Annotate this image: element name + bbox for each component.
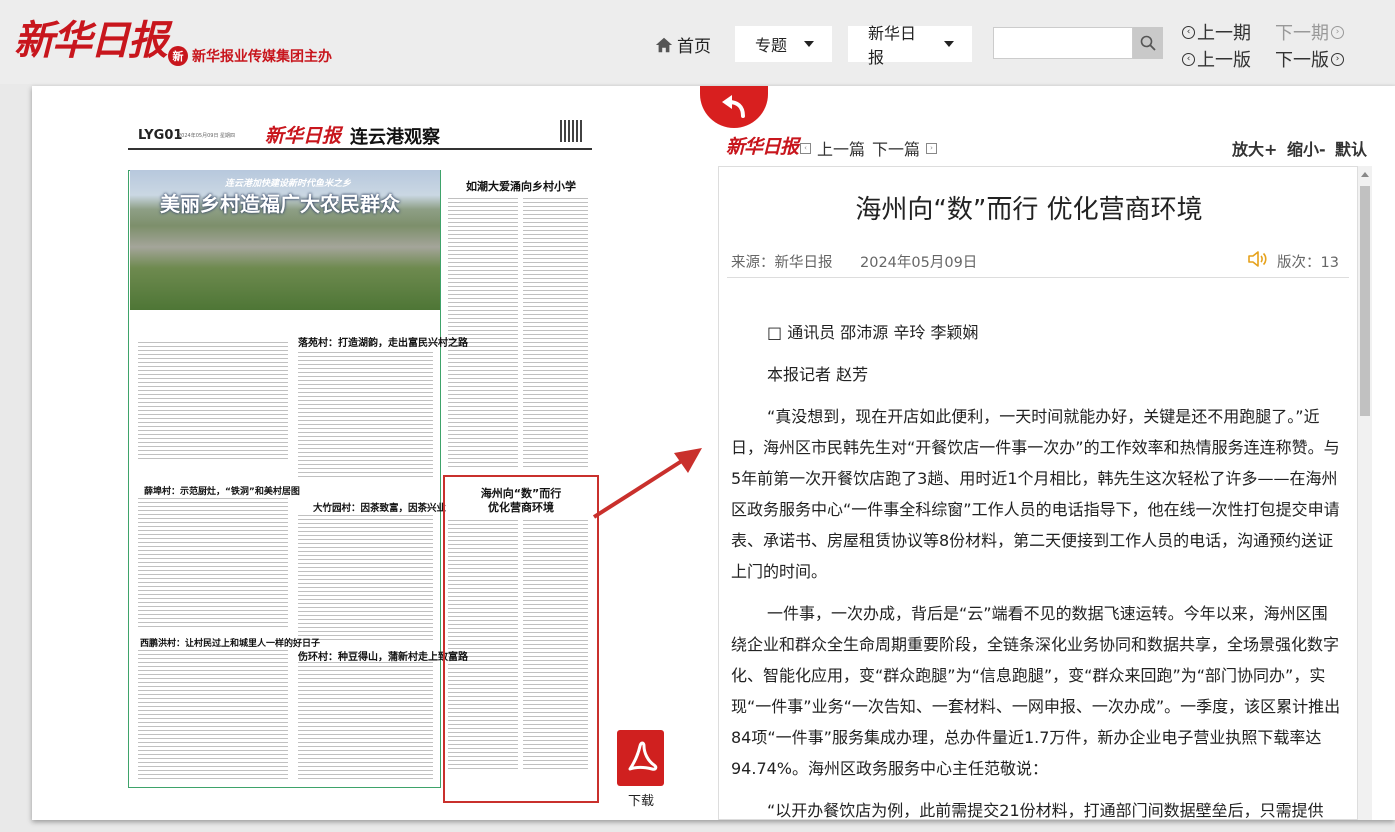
pdf-download-button[interactable]	[617, 730, 664, 786]
speaker-icon[interactable]	[1247, 250, 1269, 268]
nav-home-label: 首页	[677, 37, 711, 57]
page-date: 2024年05月09日 星期四	[178, 133, 236, 139]
host-text: 新华报业传媒集团主办	[192, 49, 332, 65]
prev-issue-label: 上一期	[1197, 23, 1251, 44]
top-header: 新华日报 新 新华报业传媒集团主办 首页 专题 新华日报 ‹ 上一期 下一期 ›…	[0, 0, 1395, 84]
hero-photo: 连云港加快建设新时代鱼米之乡 美丽乡村造福广大农民群众	[130, 170, 440, 310]
sub-headline: 落苑村：打造湖韵，走出富民兴村之路	[298, 338, 468, 349]
pointer-arrow-icon	[592, 448, 702, 519]
prev-article-link[interactable]: ‹ 上一篇	[800, 136, 865, 160]
text-block	[138, 650, 288, 780]
prev-article-label: 上一篇	[817, 140, 866, 159]
newspaper-masthead: 新华日报	[265, 125, 342, 147]
zoom-in-button[interactable]: 放大+	[1232, 136, 1277, 160]
sub-headline: 大竹园村：因茶致富，因茶兴业	[313, 503, 447, 514]
selected-article-box[interactable]: 海州向“数”而行 优化营商环境	[443, 475, 599, 803]
article-date: 2024年05月09日	[860, 255, 978, 271]
chevron-down-icon	[944, 41, 954, 47]
prev-page-label: 上一版	[1197, 50, 1251, 71]
page-number: LYG01	[138, 128, 183, 143]
paper-dropdown[interactable]: 新华日报	[848, 24, 972, 67]
next-page-link[interactable]: 下一版 ›	[1275, 46, 1344, 72]
text-block	[298, 515, 433, 640]
zoom-out-button[interactable]: 缩小-	[1287, 136, 1326, 160]
next-article-label: 下一篇	[872, 140, 921, 159]
article-title: 海州向“数”而行 优化营商环境	[855, 195, 1203, 225]
back-arrow-icon	[722, 95, 745, 118]
newspaper-page[interactable]: LYG01 2024年05月09日 星期四 新华日报 连云港观察 连云港加快建设…	[128, 120, 599, 803]
scrollbar-thumb[interactable]	[1360, 186, 1370, 416]
chevron-right-icon: ›	[926, 142, 938, 154]
article-paragraph: “真没想到，现在开店如此便利，一天时间就能办好，关键是还不用跑腿了。”近日，海州…	[731, 407, 1340, 581]
scroll-up-arrow-icon[interactable]	[1361, 172, 1369, 177]
article-paragraph: 一件事，一次办成，背后是“云”端看不见的数据飞速运转。今年以来，海州区围绕企业和…	[731, 604, 1341, 778]
text-block	[138, 342, 288, 462]
text-block	[138, 498, 288, 628]
article-edition: 版次：13	[1277, 255, 1339, 271]
chevron-down-icon	[804, 41, 814, 47]
article-source: 来源：新华日报	[731, 255, 833, 271]
topic-dropdown-label: 专题	[755, 36, 788, 55]
selected-title-line: 海州向“数”而行	[480, 487, 562, 500]
search-button[interactable]	[1133, 27, 1163, 59]
chevron-right-icon: ›	[1331, 25, 1344, 39]
download-label[interactable]: 下载	[628, 790, 654, 809]
hero-title: 美丽乡村造福广大农民群众	[160, 192, 400, 216]
text-block	[448, 198, 518, 468]
host-line: 新 新华报业传媒集团主办	[168, 46, 332, 66]
prev-page-link[interactable]: ‹ 上一版	[1182, 46, 1251, 72]
topic-dropdown[interactable]: 专题	[735, 26, 832, 62]
article-paragraph: “以开办餐饮店为例，此前需提交21份材料，打通部门间数据壁垒后，只需提供	[767, 801, 1324, 820]
sub-headline: 薛埠村：示范厨灶，“铁洞”和美村居图	[144, 487, 300, 497]
site-logo[interactable]: 新华日报	[14, 8, 168, 66]
chevron-left-icon: ‹	[800, 142, 811, 154]
zoom-default-button[interactable]: 默认	[1335, 136, 1367, 160]
chevron-right-icon: ›	[1331, 52, 1344, 66]
right-article-title[interactable]: 如潮大爱涌向乡村小学	[466, 178, 576, 194]
column-title: 连云港观察	[350, 127, 440, 148]
divider	[727, 277, 1349, 278]
next-page-label: 下一版	[1275, 50, 1329, 71]
article-panel: 海州向“数”而行 优化营商环境 来源：新华日报 2024年05月09日 版次：1…	[718, 166, 1358, 820]
newspaper-page-header: LYG01 2024年05月09日 星期四 新华日报 连云港观察	[128, 120, 592, 150]
home-icon	[655, 37, 673, 52]
article-scrollbar[interactable]	[1358, 166, 1372, 820]
chevron-left-icon: ‹	[1182, 52, 1195, 66]
article-toolbar-logo: 新华日报	[726, 136, 799, 158]
prev-issue-link[interactable]: ‹ 上一期	[1182, 19, 1251, 45]
pdf-icon	[628, 741, 657, 771]
next-issue-label: 下一期	[1275, 23, 1329, 44]
selected-title-line: 优化营商环境	[488, 501, 554, 514]
text-block	[298, 662, 433, 782]
text-block	[298, 352, 433, 477]
next-article-link[interactable]: 下一篇 ›	[872, 136, 938, 160]
text-block	[523, 198, 588, 468]
paper-dropdown-label: 新华日报	[868, 24, 917, 67]
article-byline: □ 通讯员 邵沛源 辛玲 李颖娴	[767, 323, 979, 342]
search-input[interactable]	[993, 27, 1133, 59]
search-icon	[1140, 35, 1156, 51]
article-toolbar: 新华日报 ‹ 上一篇 下一篇 › 放大+ 缩小- 默认	[720, 132, 1375, 162]
article-reporter: 本报记者 赵芳	[767, 365, 869, 384]
next-issue-link[interactable]: 下一期 ›	[1275, 19, 1344, 45]
article-body: □ 通讯员 邵沛源 辛玲 李颖娴 本报记者 赵芳 “真没想到，现在开店如此便利，…	[731, 317, 1341, 820]
chevron-left-icon: ‹	[1182, 25, 1195, 39]
selected-article-title: 海州向“数”而行 优化营商环境	[445, 487, 597, 515]
qr-code-icon	[560, 120, 582, 142]
sub-headline: 西鹏洪村：让村民过上和城里人一样的好日子	[140, 639, 321, 649]
group-seal-icon: 新	[168, 46, 188, 66]
nav-home-link[interactable]: 首页	[655, 32, 711, 57]
